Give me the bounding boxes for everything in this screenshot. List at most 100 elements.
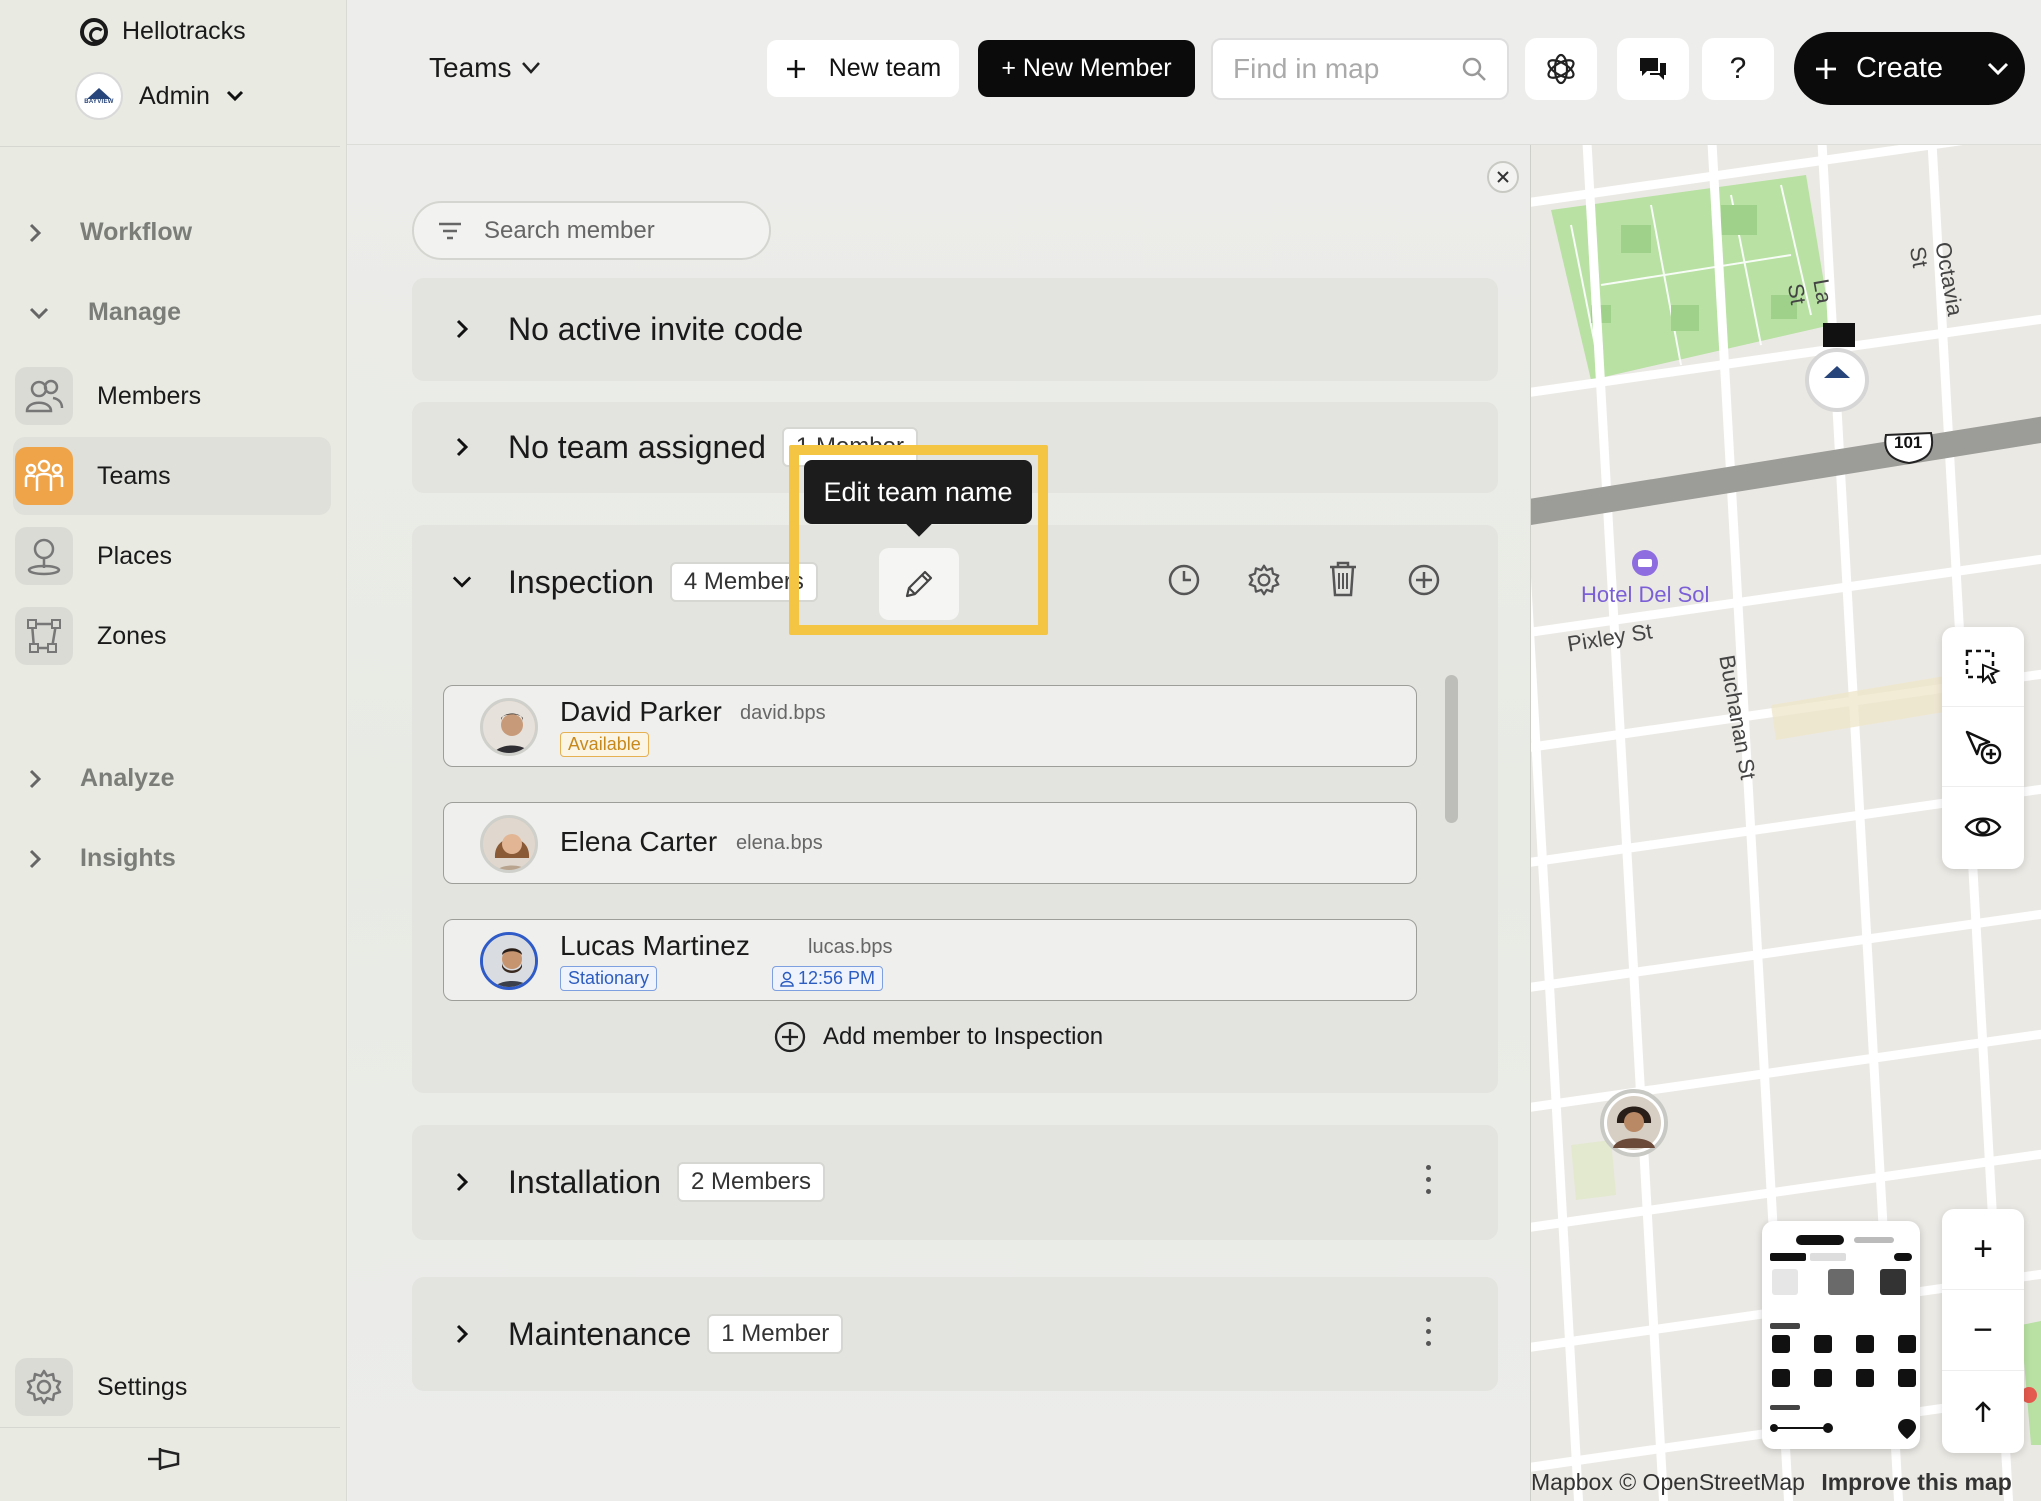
chat-bubbles-icon xyxy=(1640,58,1666,80)
chevron-right-icon xyxy=(452,1323,472,1345)
group-title: Inspection xyxy=(508,563,654,600)
map-attribution-text[interactable]: Mapbox © OpenStreetMap xyxy=(1531,1469,1805,1495)
new-team-button[interactable]: New team xyxy=(767,40,959,97)
map-tools xyxy=(1942,627,2024,869)
members-icon xyxy=(15,367,73,425)
chevron-right-icon xyxy=(29,769,42,788)
status-badge: Stationary xyxy=(560,966,658,991)
map-layers-button[interactable] xyxy=(1762,1221,1920,1449)
history-clock-icon[interactable] xyxy=(1167,563,1201,597)
member-card-elena-carter[interactable]: Elena Carter elena.bps xyxy=(443,802,1417,884)
more-options-icon[interactable] xyxy=(1426,1165,1432,1194)
nav-section-insights[interactable]: Insights xyxy=(28,844,176,873)
reset-north-button[interactable] xyxy=(1942,1371,2024,1452)
teams-icon xyxy=(15,447,73,505)
view-selector[interactable]: Teams xyxy=(429,52,541,84)
select-area-button[interactable] xyxy=(1942,627,2024,707)
chevron-down-icon xyxy=(522,62,541,74)
sidebar-item-members[interactable]: Members xyxy=(13,357,331,435)
member-list-scrollbar[interactable] xyxy=(1445,675,1458,823)
find-in-map-input[interactable] xyxy=(1233,53,1453,85)
avatar xyxy=(480,698,538,756)
pin-sidebar-icon[interactable] xyxy=(146,1444,182,1474)
visibility-button[interactable] xyxy=(1942,787,2024,867)
group-installation[interactable]: Installation 2 Members xyxy=(412,1125,1498,1240)
search-icon xyxy=(1462,57,1486,81)
add-member-link[interactable]: Add member to Inspection xyxy=(773,1020,1103,1054)
account-name: Admin xyxy=(139,81,210,110)
cursor-add-icon xyxy=(1965,730,2002,764)
member-name: Lucas Martinez xyxy=(560,930,750,961)
top-bar: Teams New team + New Member ? Create xyxy=(347,0,2041,145)
account-switcher[interactable]: BAYVIEW Admin xyxy=(75,72,244,120)
divider xyxy=(0,1427,340,1428)
account-avatar: BAYVIEW xyxy=(75,72,123,120)
zone-polygon-icon xyxy=(15,607,73,665)
chevron-right-icon xyxy=(452,1171,472,1193)
avatar xyxy=(480,932,538,990)
map-layers-thumbnail-icon xyxy=(1770,1235,1916,1439)
group-no-invite-code[interactable]: No active invite code xyxy=(412,278,1498,381)
map-zoom-controls: + − xyxy=(1942,1209,2024,1453)
gear-icon[interactable] xyxy=(1247,563,1281,597)
chevron-down-icon xyxy=(226,90,243,102)
zoom-out-button[interactable]: − xyxy=(1942,1290,2024,1371)
member-name: Elena Carter xyxy=(560,826,718,857)
teams-panel: Search member No active invite code No t… xyxy=(348,145,1530,1501)
add-circle-icon[interactable] xyxy=(1407,563,1441,597)
sidebar-item-settings[interactable]: Settings xyxy=(13,1348,331,1426)
group-title: Maintenance xyxy=(508,1315,692,1352)
eye-icon xyxy=(1964,817,2002,837)
close-panel-button[interactable] xyxy=(1487,161,1519,193)
zoom-in-button[interactable]: + xyxy=(1942,1209,2024,1290)
sidebar-item-places[interactable]: Places xyxy=(13,517,331,595)
chevron-right-icon xyxy=(452,318,472,340)
ai-knot-icon xyxy=(1547,53,1575,85)
last-seen-badge: 12:56 PM xyxy=(772,966,884,991)
chevron-right-icon xyxy=(452,436,472,458)
member-count-badge: 1 Member xyxy=(707,1314,844,1354)
close-icon xyxy=(1497,171,1509,183)
member-card-david-parker[interactable]: David Parker david.bps Available xyxy=(443,685,1417,767)
nav-section-workflow[interactable]: Workflow xyxy=(28,218,192,247)
place-pin-icon xyxy=(15,527,73,585)
sidebar: Hellotracks BAYVIEW Admin Workflow Manag… xyxy=(0,0,347,1501)
member-username: elena.bps xyxy=(736,832,823,854)
group-maintenance[interactable]: Maintenance 1 Member xyxy=(412,1277,1498,1391)
group-inspection-header[interactable]: Inspection 4 Members xyxy=(412,537,818,627)
create-button[interactable]: Create xyxy=(1794,32,2025,105)
map-attribution: Mapbox © OpenStreetMap Improve this map xyxy=(1531,1469,2012,1496)
search-member-field[interactable]: Search member xyxy=(412,201,771,260)
add-point-button[interactable] xyxy=(1942,707,2024,787)
member-username: david.bps xyxy=(740,702,826,724)
member-username: lucas.bps xyxy=(808,936,893,958)
ai-assistant-button[interactable] xyxy=(1525,38,1597,100)
group-title: No team assigned xyxy=(508,428,766,465)
group-title: Installation xyxy=(508,1163,661,1200)
group-title: No active invite code xyxy=(508,310,804,347)
plus-icon xyxy=(1816,58,1836,79)
poi-label[interactable]: Hotel Del Sol xyxy=(1581,582,1709,608)
chevron-down-icon xyxy=(1987,62,2009,75)
trash-icon[interactable] xyxy=(1328,561,1358,597)
nav-section-manage[interactable]: Manage xyxy=(28,298,181,327)
sidebar-item-zones[interactable]: Zones xyxy=(13,597,331,675)
member-card-lucas-martinez[interactable]: Lucas Martinez lucas.bps Stationary 12:5… xyxy=(443,919,1417,1001)
sidebar-item-teams[interactable]: Teams xyxy=(13,437,331,515)
tooltip: Edit team name xyxy=(804,460,1032,524)
messages-button[interactable] xyxy=(1617,38,1689,100)
more-options-icon[interactable] xyxy=(1426,1317,1432,1346)
divider xyxy=(0,146,340,147)
arrow-up-icon xyxy=(1975,1400,1991,1422)
add-circle-icon xyxy=(774,1021,806,1053)
find-in-map-field[interactable] xyxy=(1211,38,1509,100)
member-count-badge: 2 Members xyxy=(676,1162,826,1202)
nav-section-analyze[interactable]: Analyze xyxy=(28,764,174,793)
map[interactable]: Octavia St Laguna St Pixley St Buchanan … xyxy=(1530,145,2041,1501)
gear-icon xyxy=(15,1358,73,1416)
new-member-button[interactable]: + New Member xyxy=(978,40,1195,97)
help-button[interactable]: ? xyxy=(1702,38,1774,100)
hellotracks-logo-icon xyxy=(80,17,108,46)
member-name: David Parker xyxy=(560,696,722,727)
improve-map-link[interactable]: Improve this map xyxy=(1821,1469,2011,1495)
